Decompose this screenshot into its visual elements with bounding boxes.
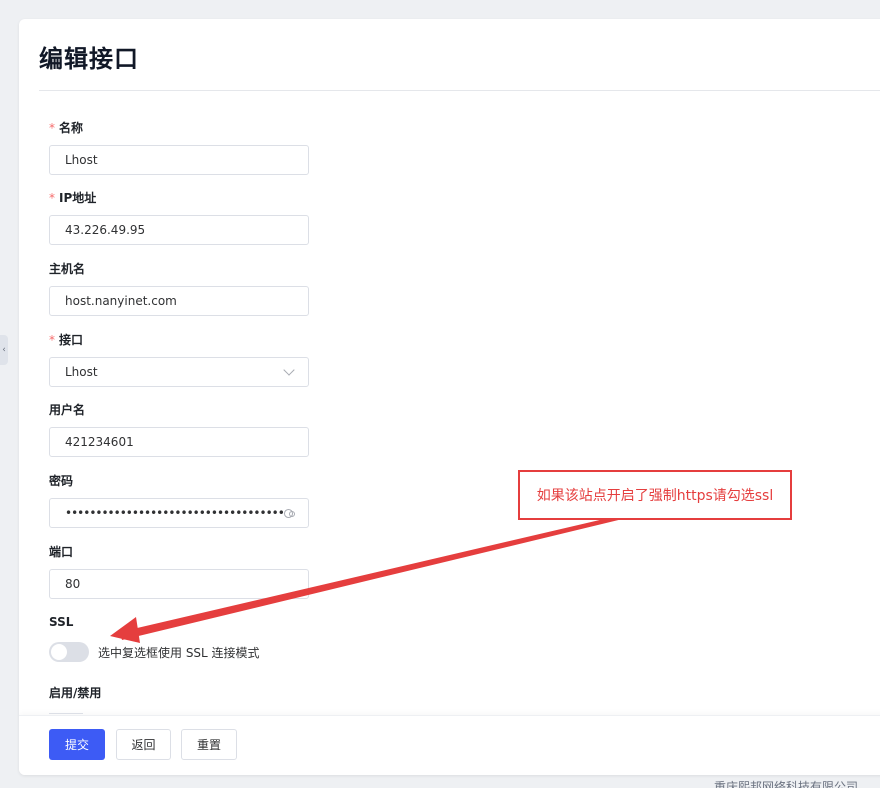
toggle-knob xyxy=(51,644,67,660)
form-footer: 提交 返回 重置 xyxy=(19,715,880,775)
username-input[interactable]: 421234601 xyxy=(49,427,309,457)
annotation-callout: 如果该站点开启了强制https请勾选ssl xyxy=(518,470,792,520)
port-input[interactable]: 80 xyxy=(49,569,309,599)
ip-input[interactable]: 43.226.49.95 xyxy=(49,215,309,245)
password-label: 密码 xyxy=(49,474,74,488)
eye-icon[interactable] xyxy=(283,508,296,518)
sidebar-collapse-handle[interactable]: ‹ xyxy=(0,335,8,365)
field-name: * 名称 Lhost xyxy=(49,120,309,175)
ip-label: * IP地址 xyxy=(49,191,97,205)
submit-button[interactable]: 提交 xyxy=(49,729,105,760)
back-button[interactable]: 返回 xyxy=(116,729,171,760)
copyright-text: 重庆熙邦网络科技有限公司 xyxy=(714,780,859,788)
api-label: * 接口 xyxy=(49,333,84,347)
field-ip: * IP地址 43.226.49.95 xyxy=(49,190,309,245)
field-username: 用户名 421234601 xyxy=(49,402,309,457)
field-hostname: 主机名 host.nanyinet.com xyxy=(49,261,309,316)
page-title: 编辑接口 xyxy=(39,45,139,73)
field-enable: 启用/禁用 xyxy=(49,685,101,701)
chevron-down-icon xyxy=(283,364,295,376)
password-input[interactable]: •••••••••••••••••••••••••••••••••••• xyxy=(49,498,309,528)
ssl-toggle[interactable] xyxy=(49,642,89,662)
ssl-label: SSL xyxy=(49,615,74,629)
api-select[interactable]: Lhost xyxy=(49,357,309,387)
enable-label: 启用/禁用 xyxy=(49,686,102,700)
field-ssl: SSL 选中复选框使用 SSL 连接模式 xyxy=(49,614,260,662)
ssl-description: 选中复选框使用 SSL 连接模式 xyxy=(98,645,260,660)
field-password: 密码 •••••••••••••••••••••••••••••••••••• xyxy=(49,473,309,528)
name-input[interactable]: Lhost xyxy=(49,145,309,175)
title-divider xyxy=(39,90,880,91)
enable-toggle-partial[interactable] xyxy=(49,713,83,715)
reset-button[interactable]: 重置 xyxy=(181,729,237,760)
port-label: 端口 xyxy=(49,545,74,559)
username-label: 用户名 xyxy=(49,403,86,417)
required-mark: * xyxy=(49,333,55,347)
chevron-left-icon: ‹ xyxy=(2,344,6,355)
edit-api-card: 编辑接口 * 名称 Lhost * IP地址 43.226.49.95 主机名 ho… xyxy=(19,19,880,775)
name-label: * 名称 xyxy=(49,121,84,135)
required-mark: * xyxy=(49,191,55,205)
field-api: * 接口 Lhost xyxy=(49,332,309,387)
required-mark: * xyxy=(49,121,55,135)
hostname-label: 主机名 xyxy=(49,262,86,276)
field-port: 端口 80 xyxy=(49,544,309,599)
hostname-input[interactable]: host.nanyinet.com xyxy=(49,286,309,316)
